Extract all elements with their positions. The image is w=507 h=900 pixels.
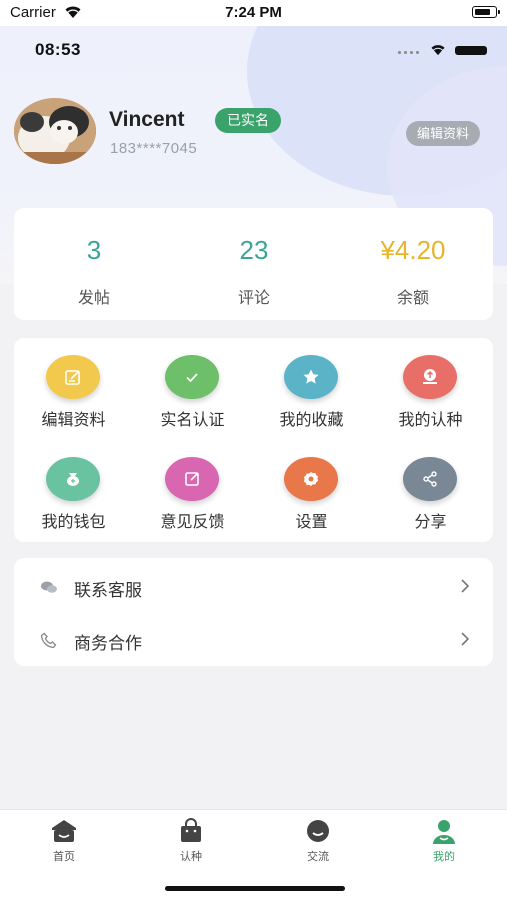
battery-icon: [455, 46, 487, 55]
stat-balance[interactable]: ¥4.20 余额: [333, 208, 493, 320]
device-status-bar: Carrier 7:24 PM: [0, 0, 507, 26]
grid-item-label: 意见反馈: [160, 514, 225, 531]
grid-item-my-adoptions[interactable]: 我的认种: [371, 342, 490, 432]
tab-home[interactable]: 首页: [14, 818, 114, 868]
tab-label: 我的: [433, 851, 455, 863]
grid-item-label: 我的钱包: [41, 514, 106, 531]
gear-icon: [284, 457, 338, 501]
share-icon: [403, 457, 457, 501]
user-name: Vincent: [109, 108, 185, 131]
avatar[interactable]: [14, 98, 96, 164]
menu-item-customer-service[interactable]: 联系客服: [14, 560, 493, 613]
grid-item-edit-profile[interactable]: 编辑资料: [14, 342, 133, 432]
tab-community[interactable]: 交流: [268, 818, 368, 868]
chevron-right-icon: [459, 577, 471, 595]
signal-dots-icon: [398, 51, 419, 54]
tab-label: 首页: [53, 851, 75, 863]
app-status-bar: 08:53: [0, 38, 507, 62]
stat-label: 发帖: [77, 290, 110, 307]
grid-item-wallet[interactable]: 我的钱包: [14, 444, 133, 534]
status-time: 7:24 PM: [225, 4, 282, 21]
battery-icon: [472, 6, 500, 18]
chevron-right-icon: [459, 630, 471, 648]
stats-card: 3 发帖 23 评论 ¥4.20 余额: [14, 208, 493, 320]
seedling-icon: [403, 355, 457, 399]
grid-item-verify[interactable]: 实名认证: [133, 342, 252, 432]
chat-icon: [304, 818, 332, 844]
wallet-icon: [46, 457, 100, 501]
menu-item-business-cooperation[interactable]: 商务合作: [14, 613, 493, 666]
edit-profile-button[interactable]: 编辑资料: [406, 121, 481, 146]
app-status-time: 08:53: [35, 40, 81, 59]
tab-adopt[interactable]: 认种: [141, 818, 241, 868]
grid-item-label: 编辑资料: [41, 412, 106, 429]
grid-item-favorites[interactable]: 我的收藏: [252, 342, 371, 432]
menu-card: 联系客服 商务合作: [14, 558, 493, 666]
function-grid-card: 编辑资料 实名认证 我的收藏 我的认种 我的钱包 意见反馈 设置 分享: [14, 338, 493, 542]
bag-icon: [177, 818, 205, 844]
home-indicator: [165, 886, 345, 891]
user-phone: 183****7045: [110, 140, 198, 157]
tab-mine[interactable]: 我的: [394, 818, 494, 868]
stat-value: 23: [239, 235, 269, 265]
stat-label: 评论: [237, 290, 270, 307]
tab-label: 交流: [307, 851, 329, 863]
home-icon: [50, 818, 78, 844]
grid-item-label: 分享: [414, 514, 447, 531]
stat-posts[interactable]: 3 发帖: [14, 208, 174, 320]
check-icon: [165, 355, 219, 399]
user-icon: [430, 818, 458, 844]
grid-item-label: 我的认种: [398, 412, 463, 429]
grid-item-label: 我的收藏: [279, 412, 344, 429]
stat-value: ¥4.20: [380, 235, 446, 265]
stat-label: 余额: [396, 290, 429, 307]
profile-section: Vincent 已实名 183****7045 编辑资料: [0, 98, 507, 168]
wifi-icon: [428, 42, 448, 61]
grid-item-settings[interactable]: 设置: [252, 444, 371, 534]
stat-value: 3: [86, 235, 102, 265]
grid-item-label: 设置: [295, 514, 328, 531]
menu-item-label: 商务合作: [74, 634, 142, 653]
grid-item-label: 实名认证: [160, 412, 225, 429]
tab-label: 认种: [180, 851, 202, 863]
grid-item-feedback[interactable]: 意见反馈: [133, 444, 252, 534]
edit-icon: [46, 355, 100, 399]
phone-icon: [40, 631, 58, 649]
star-icon: [284, 355, 338, 399]
menu-item-label: 联系客服: [74, 581, 142, 600]
grid-item-share[interactable]: 分享: [371, 444, 490, 534]
stat-comments[interactable]: 23 评论: [174, 208, 334, 320]
wechat-icon: [40, 578, 58, 596]
verified-badge: 已实名: [215, 108, 281, 133]
feedback-icon: [165, 457, 219, 501]
